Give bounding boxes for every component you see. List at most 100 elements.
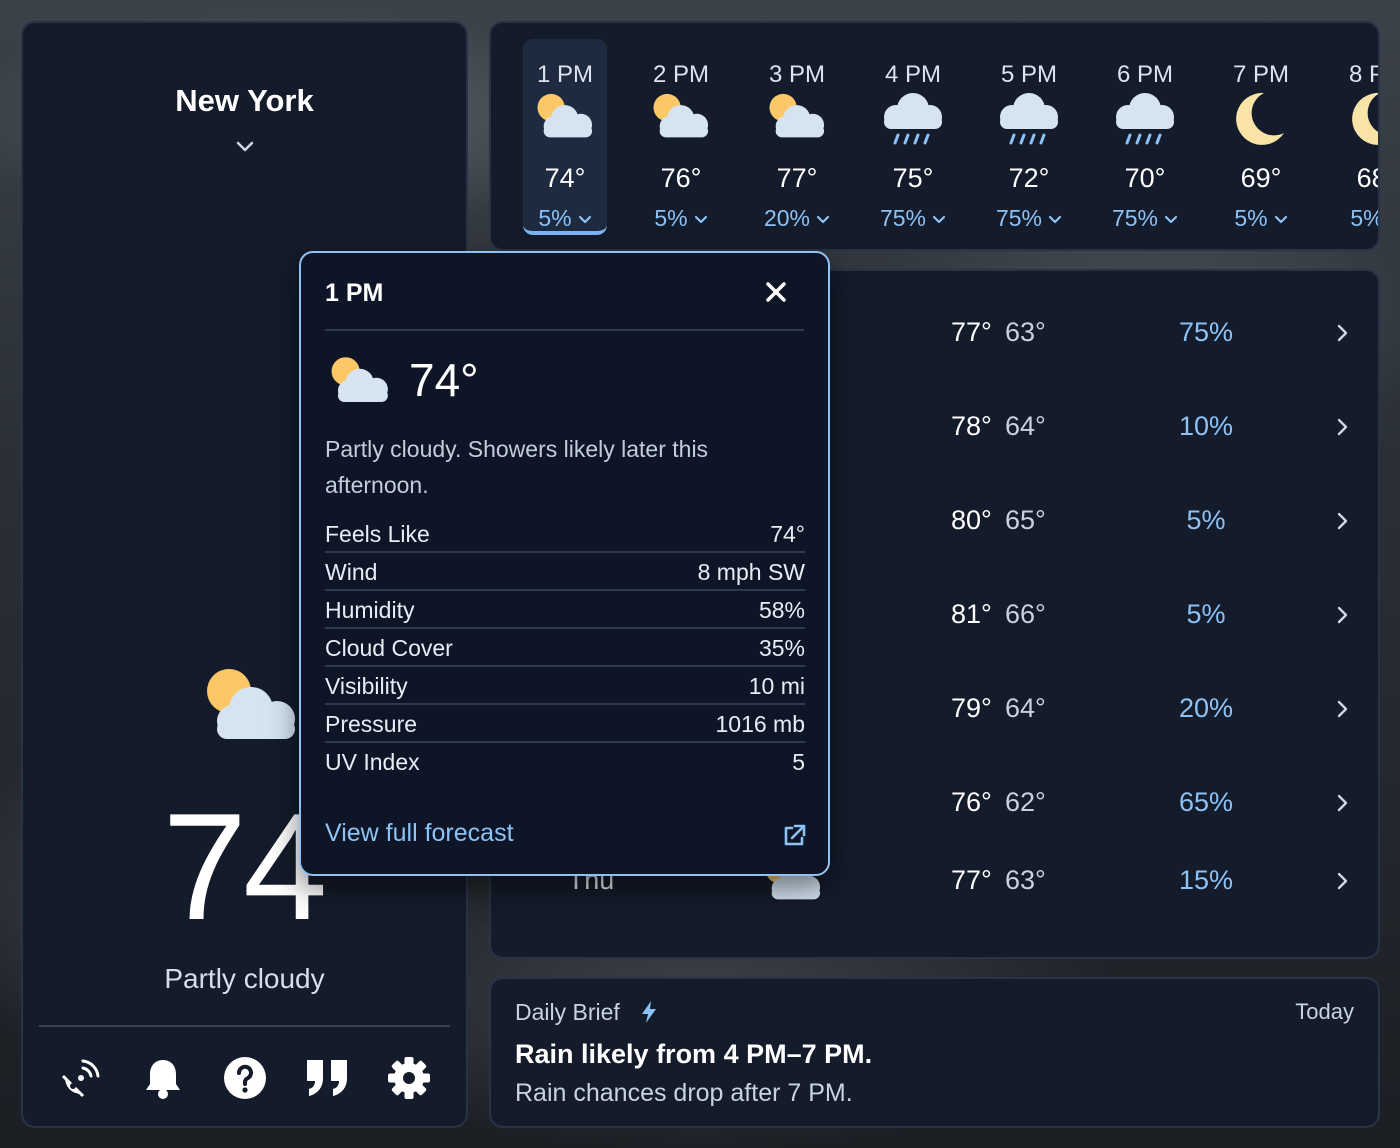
hour-time: 6 PM — [1116, 61, 1173, 88]
partly-cloudy-icon — [207, 669, 295, 739]
detail-label: UV Index — [325, 749, 420, 775]
precip-chance: 20% — [1178, 693, 1234, 723]
precip-value: 75% — [995, 205, 1043, 231]
partly-cloudy-icon — [535, 89, 597, 146]
precip-value: 75% — [879, 205, 927, 231]
low-temp: 64° — [1005, 693, 1046, 723]
hour-temperature: 70° — [1124, 163, 1166, 193]
precip-chance: 75% — [1178, 317, 1234, 347]
hour-time: 7 PM — [1232, 61, 1289, 88]
low-temp: 63° — [1005, 317, 1046, 347]
current-condition: Partly cloudy — [164, 963, 325, 994]
quote-icon[interactable] — [304, 1055, 350, 1101]
chevron-right-icon[interactable] — [1333, 323, 1353, 343]
precip-value: 5% — [538, 205, 572, 231]
hour-precip[interactable]: 5% — [639, 205, 723, 232]
detail-label: Pressure — [325, 711, 418, 737]
detail-label: Cloud Cover — [325, 635, 453, 661]
precip-value: 75% — [1111, 205, 1159, 231]
precip-value: 5% — [1234, 205, 1268, 231]
chevron-right-icon[interactable] — [1333, 605, 1353, 625]
hour-item[interactable]: 3 PM 77° 20% — [755, 39, 839, 235]
hour-temperature: 77° — [776, 163, 818, 193]
high-temp: 80° — [951, 505, 992, 535]
hour-item[interactable]: 4 PM 75° 75% — [871, 39, 955, 235]
hour-temperature: 72° — [1008, 163, 1050, 193]
gear-icon[interactable] — [386, 1055, 432, 1101]
detail-value: 74° — [770, 521, 805, 547]
precip-chance: 65% — [1178, 787, 1234, 817]
hour-temperature: 68° — [1356, 163, 1378, 193]
hour-item[interactable]: 6 PM 70° 75% — [1103, 39, 1187, 235]
rain-icon — [880, 89, 946, 154]
close-icon[interactable] — [763, 279, 789, 305]
detail-label: Feels Like — [325, 521, 430, 547]
chevron-down-icon[interactable] — [1042, 205, 1062, 231]
detail-row: UV Index 5 — [325, 743, 805, 781]
hour-time: 5 PM — [1000, 61, 1057, 88]
detail-label: Wind — [325, 559, 378, 585]
low-temp: 63° — [1005, 865, 1046, 895]
hour-item[interactable]: 2 PM 76° 5% — [639, 39, 723, 235]
hour-item[interactable]: 8 PM 68° 5% — [1335, 39, 1378, 235]
chevron-right-icon[interactable] — [1333, 511, 1353, 531]
hour-time: 1 PM — [536, 61, 593, 88]
chevron-down-icon[interactable] — [810, 205, 830, 231]
divider — [325, 329, 804, 331]
precip-value: 5% — [1350, 205, 1378, 231]
hour-item[interactable]: 1 PM 74° 5% — [523, 39, 607, 235]
high-temp: 76° — [951, 787, 992, 817]
popover-description: Partly cloudy. Showers likely later this… — [325, 436, 709, 498]
chevron-right-icon[interactable] — [1333, 699, 1353, 719]
high-temp: 78° — [951, 411, 992, 441]
precip-chance: 5% — [1186, 505, 1226, 535]
external-link-icon[interactable] — [781, 823, 807, 849]
partly-cloudy-icon — [767, 89, 829, 146]
detail-value: 35% — [758, 635, 805, 661]
detail-value: 1016 mb — [715, 711, 805, 737]
high-temp: 77° — [951, 317, 992, 347]
precip-chance: 10% — [1178, 411, 1234, 441]
detail-row: Visibility 10 mi — [325, 667, 805, 705]
hour-time: 3 PM — [768, 61, 825, 88]
hour-precip[interactable]: 75% — [871, 205, 955, 232]
hour-temperature: 76° — [660, 163, 702, 193]
daily-brief: Daily Brief Today Rain likely from 4 PM–… — [489, 977, 1380, 1128]
popover-title: 1 PM — [325, 279, 384, 307]
hour-precip[interactable]: 75% — [987, 205, 1071, 232]
satellite-dish-icon[interactable] — [58, 1055, 104, 1101]
chevron-down-icon[interactable] — [688, 205, 708, 231]
chevron-down-icon[interactable] — [572, 205, 592, 231]
brief-headline: Rain likely from 4 PM–7 PM. — [515, 1039, 873, 1069]
bell-icon[interactable] — [140, 1055, 186, 1101]
hour-precip[interactable]: 5% — [1219, 205, 1303, 232]
chevron-down-icon[interactable] — [926, 205, 946, 231]
hourly-forecast: 1 PM 74° 5% 2 PM 76° 5% 3 PM 77° 20% 4 PM 75° 75% 5 … — [489, 21, 1380, 251]
chevron-right-icon[interactable] — [1333, 871, 1353, 891]
chevron-right-icon[interactable] — [1333, 793, 1353, 813]
low-temp: 62° — [1005, 787, 1046, 817]
precip-value: 20% — [763, 205, 811, 231]
chevron-down-icon[interactable] — [1268, 205, 1288, 231]
detail-row: Wind 8 mph SW — [325, 553, 805, 591]
moon-icon — [1344, 89, 1378, 154]
chevron-down-icon[interactable] — [234, 135, 256, 157]
view-full-forecast-link[interactable]: View full forecast — [325, 819, 514, 848]
detail-row: Pressure 1016 mb — [325, 705, 805, 743]
chevron-right-icon[interactable] — [1333, 417, 1353, 437]
city-name[interactable]: New York — [23, 83, 466, 119]
hour-precip[interactable]: 5% — [1335, 205, 1378, 232]
rain-icon — [1112, 89, 1178, 154]
hour-item[interactable]: 5 PM 72° 75% — [987, 39, 1071, 235]
chevron-down-icon[interactable] — [1158, 205, 1178, 231]
hour-time: 2 PM — [652, 61, 709, 88]
hour-precip[interactable]: 75% — [1103, 205, 1187, 232]
brief-date: Today — [1295, 999, 1354, 1024]
detail-value: 10 mi — [748, 673, 805, 699]
hour-temperature: 69° — [1240, 163, 1282, 193]
help-icon[interactable] — [222, 1055, 268, 1101]
hour-time: 4 PM — [884, 61, 941, 88]
hour-item[interactable]: 7 PM 69° 5% — [1219, 39, 1303, 235]
hour-precip[interactable]: 5% — [523, 205, 607, 232]
hour-precip[interactable]: 20% — [755, 205, 839, 232]
